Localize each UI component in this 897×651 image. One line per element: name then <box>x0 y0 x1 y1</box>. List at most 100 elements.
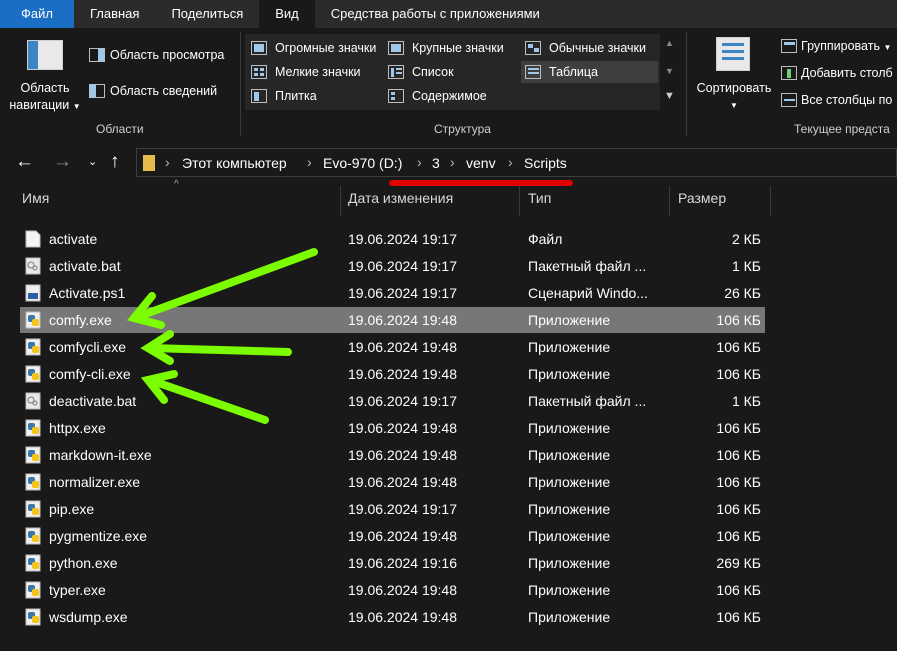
layout-details[interactable]: Таблица <box>549 65 598 79</box>
chevron-down-icon: ▼ <box>730 101 738 110</box>
file-date-modified: 19.06.2024 19:48 <box>348 420 457 436</box>
python-exe-icon <box>25 419 42 437</box>
details-pane-button[interactable]: Область сведений <box>110 84 217 98</box>
layout-list[interactable]: Список <box>412 65 454 79</box>
address-bar[interactable]: › Этот компьютер › Evo-970 (D:) › 3 › ve… <box>136 148 897 177</box>
file-size: 106 КБ <box>716 366 761 382</box>
navigation-pane-button[interactable]: Область навигации ▼ <box>6 80 84 115</box>
file-row[interactable]: typer.exe 19.06.2024 19:48 Приложение 106 К… <box>20 577 765 603</box>
file-size: 106 КБ <box>716 420 761 436</box>
file-date-modified: 19.06.2024 19:48 <box>348 528 457 544</box>
list-icon <box>388 65 404 79</box>
file-row[interactable]: markdown-it.exe 19.06.2024 19:48 Приложени… <box>20 442 765 468</box>
file-name: normalizer.exe <box>49 474 141 490</box>
file-row[interactable]: activate 19.06.2024 19:17 Файл 2 КБ <box>20 226 765 252</box>
file-row[interactable]: python.exe 19.06.2024 19:16 Приложение 269 … <box>20 550 765 576</box>
file-row[interactable]: deactivate.bat 19.06.2024 19:17 Пакетный ф… <box>20 388 765 414</box>
file-row[interactable]: comfycli.exe 19.06.2024 19:48 Приложение 10… <box>20 334 765 360</box>
file-row[interactable]: httpx.exe 19.06.2024 19:48 Приложение 106 К… <box>20 415 765 441</box>
file-type: Приложение <box>528 474 611 490</box>
gallery-scroll-down-icon[interactable]: ▼ <box>665 66 674 76</box>
breadcrumb-drive[interactable]: Evo-970 (D:) <box>323 155 402 171</box>
tab-app-tools[interactable]: Средства работы с приложениями <box>315 0 556 28</box>
file-name: pip.exe <box>49 501 95 517</box>
file-size: 26 КБ <box>724 285 761 301</box>
file-row[interactable]: normalizer.exe 19.06.2024 19:48 Приложение… <box>20 469 765 495</box>
breadcrumb-venv[interactable]: venv <box>466 155 496 171</box>
file-row[interactable]: pygmentize.exe 19.06.2024 19:48 Приложение… <box>20 523 765 549</box>
tab-share[interactable]: Поделиться <box>155 0 259 28</box>
file-row[interactable]: pip.exe 19.06.2024 19:17 Приложение 106 КБ <box>20 496 765 522</box>
sort-button[interactable]: Сортировать ▼ <box>692 80 776 114</box>
up-arrow-icon[interactable]: ↑ <box>110 151 120 173</box>
fit-columns-icon <box>781 93 797 107</box>
navigation-pane-label-1: Область <box>20 81 70 95</box>
extra-large-icons-icon <box>251 41 267 55</box>
file-row[interactable]: comfy.exe 19.06.2024 19:48 Приложение 106 К… <box>20 307 765 333</box>
tab-view[interactable]: Вид <box>259 0 315 28</box>
file-size: 106 КБ <box>716 582 761 598</box>
python-exe-icon <box>25 473 42 491</box>
preview-pane-button[interactable]: Область просмотра <box>110 48 224 62</box>
file-size: 106 КБ <box>716 447 761 463</box>
file-name: pygmentize.exe <box>49 528 148 544</box>
group-by-button[interactable]: Группировать ▼ <box>801 39 891 53</box>
recent-locations-chevron-icon[interactable]: ⌄ <box>88 155 97 168</box>
column-header-size[interactable]: Размер <box>678 190 726 206</box>
back-arrow-icon[interactable]: ← <box>15 151 34 173</box>
gallery-expand-icon[interactable]: ▼ <box>664 90 675 102</box>
layout-content[interactable]: Содержимое <box>412 89 487 103</box>
file-icon <box>25 230 42 248</box>
column-header-type[interactable]: Тип <box>528 190 551 206</box>
python-exe-icon <box>25 554 42 572</box>
tab-file[interactable]: Файл <box>0 0 74 28</box>
file-size: 1 КБ <box>731 258 761 274</box>
file-size: 1 КБ <box>731 393 761 409</box>
add-columns-icon <box>781 66 797 80</box>
file-row[interactable]: activate.bat 19.06.2024 19:17 Пакетный фай… <box>20 253 765 279</box>
file-type: Пакетный файл ... <box>528 393 647 409</box>
layout-medium-icons[interactable]: Обычные значки <box>549 41 646 55</box>
column-header-date[interactable]: Дата изменения <box>348 190 453 206</box>
sort-label: Сортировать <box>696 81 772 95</box>
file-size: 269 КБ <box>716 555 761 571</box>
breadcrumb-separator-icon: › <box>450 154 455 170</box>
gallery-scroll-up-icon[interactable]: ▲ <box>665 38 674 48</box>
breadcrumb-scripts[interactable]: Scripts <box>524 155 567 171</box>
file-date-modified: 19.06.2024 19:48 <box>348 474 457 490</box>
details-pane-icon <box>89 84 105 98</box>
column-header-name[interactable]: Имя <box>22 190 49 206</box>
group-label-current-view: Текущее предста <box>794 122 890 136</box>
layout-small-icons[interactable]: Мелкие значки <box>275 65 361 79</box>
sort-icon <box>716 37 750 71</box>
file-size: 106 КБ <box>716 528 761 544</box>
fit-columns-button[interactable]: Все столбцы по <box>801 93 892 107</box>
file-row[interactable]: Activate.ps1 19.06.2024 19:17 Сценарий Win… <box>20 280 765 306</box>
file-date-modified: 19.06.2024 19:48 <box>348 582 457 598</box>
tab-home[interactable]: Главная <box>74 0 155 28</box>
file-name: Activate.ps1 <box>49 285 126 301</box>
folder-icon <box>143 155 155 171</box>
preview-pane-icon <box>89 48 105 62</box>
forward-arrow-icon[interactable]: → <box>53 151 72 173</box>
file-date-modified: 19.06.2024 19:48 <box>348 447 457 463</box>
file-date-modified: 19.06.2024 19:17 <box>348 258 457 274</box>
breadcrumb-this-pc[interactable]: Этот компьютер <box>182 155 287 171</box>
group-by-icon <box>781 39 797 53</box>
python-exe-icon <box>25 311 42 329</box>
powershell-file-icon <box>25 284 42 302</box>
tiles-icon <box>251 89 267 103</box>
layout-extra-large-icons[interactable]: Огромные значки <box>275 41 376 55</box>
file-date-modified: 19.06.2024 19:17 <box>348 285 457 301</box>
file-row[interactable]: comfy-cli.exe 19.06.2024 19:48 Приложение 1… <box>20 361 765 387</box>
layout-large-icons[interactable]: Крупные значки <box>412 41 504 55</box>
file-type: Приложение <box>528 339 611 355</box>
file-size: 106 КБ <box>716 501 761 517</box>
add-columns-button[interactable]: Добавить столб <box>801 66 893 80</box>
sort-indicator-icon: ^ <box>174 179 179 190</box>
layout-tiles[interactable]: Плитка <box>275 89 317 103</box>
breadcrumb-folder-3[interactable]: 3 <box>432 155 440 171</box>
file-row[interactable]: wsdump.exe 19.06.2024 19:48 Приложение 106 … <box>20 604 765 630</box>
file-date-modified: 19.06.2024 19:17 <box>348 393 457 409</box>
batch-file-icon <box>25 392 42 410</box>
